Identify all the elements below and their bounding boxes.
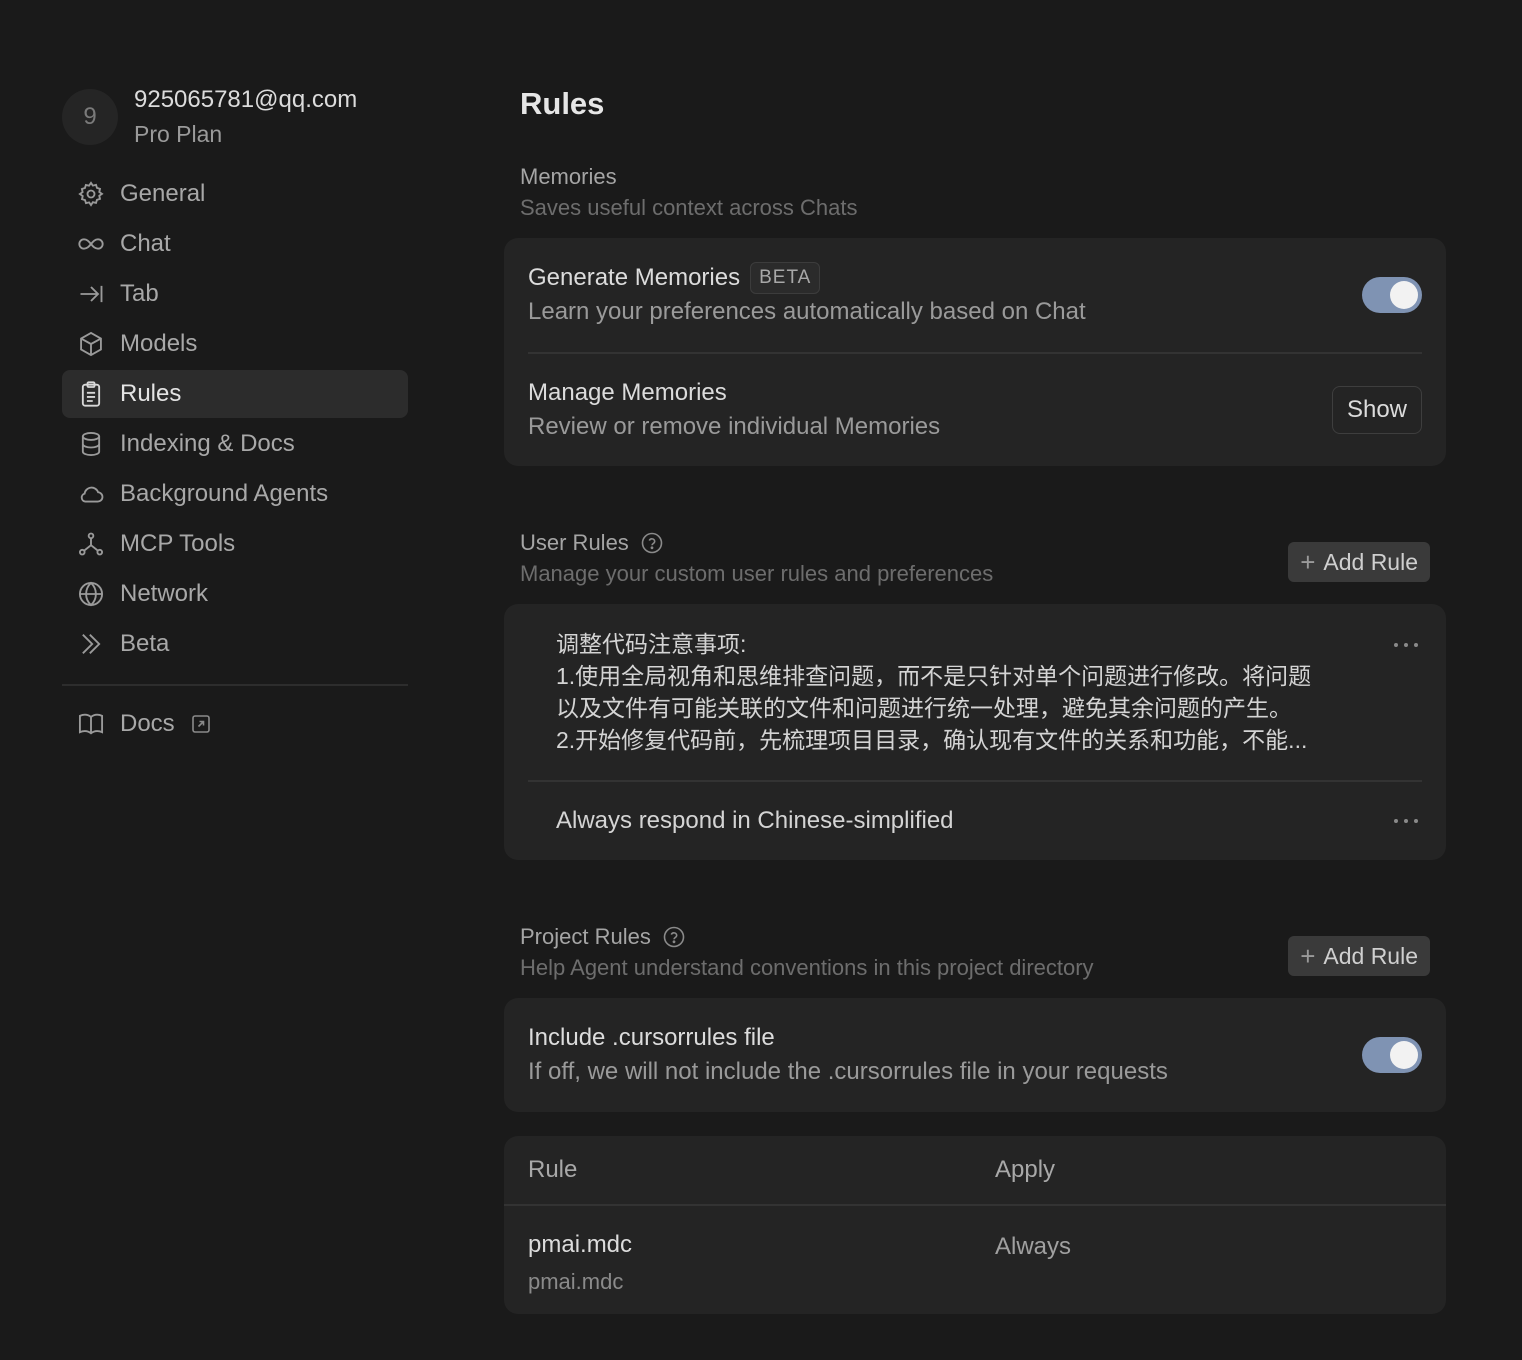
more-options-icon[interactable] bbox=[1394, 816, 1418, 826]
cursorrules-row: Include .cursorrules file If off, we wil… bbox=[504, 998, 1446, 1112]
account-email: 925065781@qq.com bbox=[134, 86, 358, 113]
sidebar-item-rules[interactable]: Rules bbox=[62, 370, 408, 418]
add-user-rule-button[interactable]: + Add Rule bbox=[1288, 542, 1430, 582]
gear-icon bbox=[76, 179, 106, 209]
user-rules-section-header: User Rules Manage your custom user rules… bbox=[504, 528, 1446, 590]
more-options-icon[interactable] bbox=[1394, 640, 1418, 650]
rule-text: Always respond in Chinese-simplified bbox=[556, 807, 954, 834]
rule-name-cell: pmai.mdc pmai.mdc bbox=[528, 1228, 995, 1316]
sidebar-item-label: Network bbox=[120, 580, 209, 607]
sidebar-item-label: Background Agents bbox=[120, 480, 329, 507]
account-plan: Pro Plan bbox=[134, 121, 223, 147]
table-row[interactable]: pmai.mdc pmai.mdc Always bbox=[504, 1206, 1446, 1316]
sidebar-item-chat[interactable]: Chat bbox=[62, 220, 408, 268]
sidebar-item-indexing-docs[interactable]: Indexing & Docs bbox=[62, 420, 408, 468]
sidebar-item-label: Chat bbox=[120, 230, 171, 257]
sidebar-item-label: Models bbox=[120, 330, 198, 357]
sidebar-item-models[interactable]: Models bbox=[62, 320, 408, 368]
account-info: 925065781@qq.com Pro Plan bbox=[134, 83, 357, 151]
sidebar-item-docs[interactable]: Docs bbox=[62, 700, 408, 748]
external-link-icon bbox=[191, 714, 211, 734]
toggle-knob bbox=[1390, 1041, 1418, 1069]
user-rule-item[interactable]: 调整代码注意事项: 1.使用全局视角和思维排查问题，而不是只针对单个问题进行修改… bbox=[504, 604, 1446, 780]
sidebar-item-network[interactable]: Network bbox=[62, 570, 408, 618]
generate-memories-row: Generate Memories BETA Learn your prefer… bbox=[504, 238, 1446, 352]
sidebar-item-label: Rules bbox=[120, 380, 182, 407]
beta-badge: BETA bbox=[750, 262, 821, 294]
sidebar-item-label: Indexing & Docs bbox=[120, 430, 295, 457]
column-header-rule: Rule bbox=[528, 1156, 578, 1183]
project-rules-section-header: Project Rules Help Agent understand conv… bbox=[504, 922, 1446, 984]
rule-apply-value: Always bbox=[995, 1233, 1072, 1260]
row-description: Learn your preferences automatically bas… bbox=[528, 298, 1086, 325]
manage-memories-text: Manage Memories Review or remove individ… bbox=[528, 376, 940, 444]
button-label: Add Rule bbox=[1323, 942, 1418, 969]
memories-section-header: Memories Saves useful context across Cha… bbox=[504, 162, 1446, 224]
row-title: Generate Memories BETA bbox=[528, 261, 1086, 295]
account-header: 9 925065781@qq.com Pro Plan bbox=[62, 86, 408, 148]
generate-memories-toggle[interactable] bbox=[1362, 277, 1422, 313]
toggle-knob bbox=[1390, 281, 1418, 309]
plus-icon: + bbox=[1300, 941, 1316, 971]
add-project-rule-button[interactable]: + Add Rule bbox=[1288, 936, 1430, 976]
avatar: 9 bbox=[62, 89, 118, 145]
row-title: Include .cursorrules file bbox=[528, 1024, 775, 1051]
section-title: Memories bbox=[520, 164, 617, 189]
sidebar-item-tab[interactable]: Tab bbox=[62, 270, 408, 318]
show-memories-button[interactable]: Show bbox=[1332, 386, 1422, 434]
help-icon[interactable] bbox=[641, 532, 663, 554]
sidebar-item-label: Tab bbox=[120, 280, 159, 307]
plus-icon: + bbox=[1300, 547, 1316, 577]
database-icon bbox=[76, 429, 106, 459]
sidebar-item-label: Beta bbox=[120, 630, 170, 657]
row-description: Review or remove individual Memories bbox=[528, 413, 941, 440]
clipboard-icon bbox=[76, 379, 106, 409]
sidebar-divider bbox=[62, 684, 408, 686]
sidebar-item-mcp-tools[interactable]: MCP Tools bbox=[62, 520, 408, 568]
button-label: Add Rule bbox=[1323, 548, 1418, 575]
cursorrules-toggle[interactable] bbox=[1362, 1037, 1422, 1073]
globe-icon bbox=[76, 579, 106, 609]
help-icon[interactable] bbox=[663, 926, 685, 948]
tab-arrow-icon bbox=[76, 279, 106, 309]
table-header: Rule Apply bbox=[504, 1136, 1446, 1206]
column-header-apply: Apply bbox=[995, 1156, 1056, 1183]
settings-sidebar: 9 925065781@qq.com Pro Plan General Chat… bbox=[62, 86, 408, 750]
infinity-icon bbox=[76, 229, 106, 259]
section-subtitle: Saves useful context across Chats bbox=[520, 195, 858, 220]
nodes-icon bbox=[76, 529, 106, 559]
book-icon bbox=[76, 709, 106, 739]
sidebar-item-label: General bbox=[120, 180, 206, 207]
rules-settings-panel: Rules Memories Saves useful context acro… bbox=[504, 84, 1446, 1314]
cursorrules-text: Include .cursorrules file If off, we wil… bbox=[528, 1021, 1168, 1089]
project-rules-table: Rule Apply pmai.mdc pmai.mdc Always bbox=[504, 1136, 1446, 1314]
user-rules-card: 调整代码注意事项: 1.使用全局视角和思维排查问题，而不是只针对单个问题进行修改… bbox=[504, 604, 1446, 860]
cube-icon bbox=[76, 329, 106, 359]
user-rule-item[interactable]: Always respond in Chinese-simplified bbox=[504, 782, 1446, 860]
sidebar-item-background-agents[interactable]: Background Agents bbox=[62, 470, 408, 518]
rule-text: 调整代码注意事项: 1.使用全局视角和思维排查问题，而不是只针对单个问题进行修改… bbox=[556, 631, 1312, 753]
rule-name: pmai.mdc bbox=[528, 1231, 633, 1258]
sidebar-item-label: Docs bbox=[120, 710, 175, 737]
manage-memories-row: Manage Memories Review or remove individ… bbox=[504, 354, 1446, 466]
sidebar-item-beta[interactable]: Beta bbox=[62, 620, 408, 668]
page-title: Rules bbox=[520, 86, 605, 121]
generate-memories-text: Generate Memories BETA Learn your prefer… bbox=[528, 261, 1086, 329]
memories-card: Generate Memories BETA Learn your prefer… bbox=[504, 238, 1446, 466]
cloud-icon bbox=[76, 479, 106, 509]
row-title: Manage Memories bbox=[528, 379, 727, 406]
cursorrules-card: Include .cursorrules file If off, we wil… bbox=[504, 998, 1446, 1112]
row-description: If off, we will not include the .cursorr… bbox=[528, 1058, 1168, 1085]
rule-path: pmai.mdc bbox=[528, 1269, 624, 1294]
sidebar-item-general[interactable]: General bbox=[62, 170, 408, 218]
sidebar-item-label: MCP Tools bbox=[120, 530, 236, 557]
chevrons-icon bbox=[76, 629, 106, 659]
